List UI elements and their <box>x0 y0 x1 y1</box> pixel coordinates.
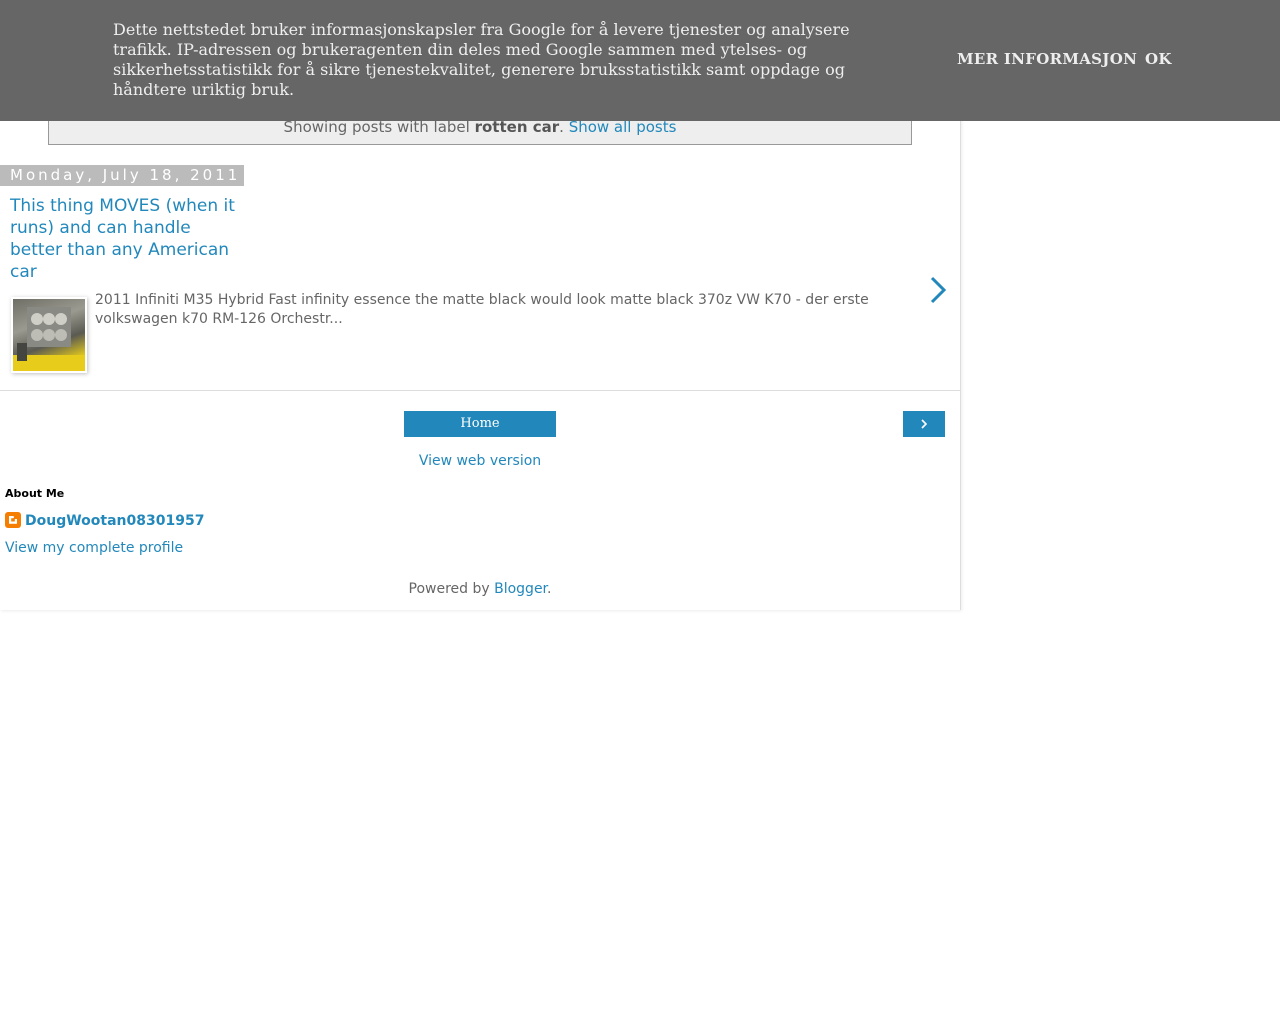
car-engine-thumbnail <box>13 299 85 371</box>
chevron-right-icon[interactable] <box>928 275 948 305</box>
date-header: Monday, July 18, 2011 <box>0 165 244 186</box>
cookie-notice-text: Dette nettstedet bruker informasjonskaps… <box>113 20 850 99</box>
view-web-version-link[interactable]: View web version <box>419 453 541 469</box>
powered-prefix: Powered by <box>408 581 495 597</box>
post-thumbnail[interactable] <box>11 297 87 373</box>
more-info-button[interactable]: MER INFORMASJON <box>957 50 1137 68</box>
ok-button[interactable]: OK <box>1145 50 1172 68</box>
powered-suffix: . <box>547 581 552 597</box>
chevron-right-icon <box>921 419 928 429</box>
about-me-heading: About Me <box>5 487 65 500</box>
blogger-icon <box>5 512 21 528</box>
older-posts-button[interactable] <box>903 411 945 437</box>
view-profile-link[interactable]: View my complete profile <box>5 540 183 556</box>
post-snippet: 2011 Infiniti M35 Hybrid Fast infinity e… <box>95 292 869 327</box>
home-button[interactable]: Home <box>404 411 556 437</box>
post-title-link[interactable]: This thing MOVES (when it runs) and can … <box>10 195 248 283</box>
profile-name-link[interactable]: DougWootan08301957 <box>25 513 204 529</box>
divider <box>0 390 960 391</box>
powered-by: Powered by Blogger. <box>0 581 960 597</box>
blogger-link[interactable]: Blogger <box>494 581 547 597</box>
cookie-notice-bar: Dette nettstedet bruker informasjonskaps… <box>0 0 1280 121</box>
web-version-row: View web version <box>0 453 960 469</box>
